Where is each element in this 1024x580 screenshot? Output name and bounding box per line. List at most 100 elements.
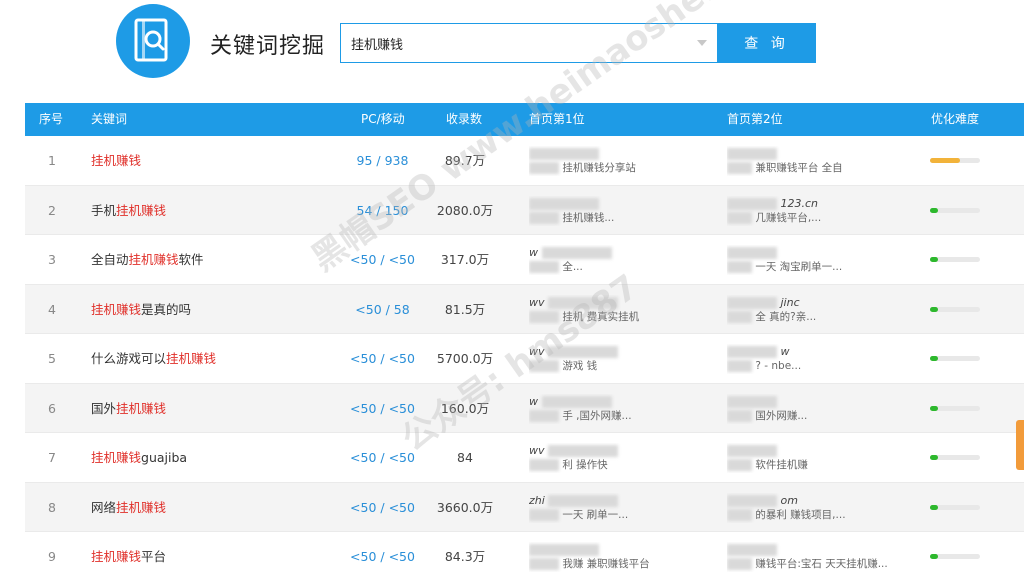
side-float-tab[interactable] <box>1016 420 1024 470</box>
column-header-rank-1: 首页第1位 <box>529 112 585 126</box>
table-row[interactable]: 9 挂机赚钱平台 <50 / <50 84.3万 我赚 兼职赚钱平台 赚钱平台:宝石 … <box>25 532 1024 580</box>
rank-2-result[interactable]: 一天 淘宝刷单一... <box>727 245 917 275</box>
pc-mobile-value[interactable]: <50 / <50 <box>340 532 425 580</box>
result-url <box>727 542 917 556</box>
rank-2-result[interactable]: 国外网赚... <box>727 394 917 424</box>
keyword-prefix: 什么游戏可以 <box>91 351 167 366</box>
result-url <box>529 146 719 160</box>
difficulty-bar <box>930 158 980 163</box>
table-row[interactable]: 7 挂机赚钱guajiba <50 / <50 84 wv 利 操作快 软件挂机赚 <box>25 433 1024 483</box>
row-index: 4 <box>48 301 56 317</box>
result-url <box>529 196 719 210</box>
keyword-prefix: 网络 <box>91 499 117 515</box>
rank-1-result[interactable]: 挂机赚钱分享站 <box>529 146 719 176</box>
table-row[interactable]: 1 挂机赚钱 95 / 938 89.7万 挂机赚钱分享站 兼职赚钱平台 全自 <box>25 136 1024 186</box>
query-button[interactable]: 查 询 <box>717 23 816 63</box>
table-row[interactable]: 4 挂机赚钱是真的吗 <50 / 58 81.5万 wv 挂机 费真实挂机 jinc 全… <box>25 284 1024 334</box>
rank-1-result[interactable]: wv 利 操作快 <box>529 443 719 473</box>
rank-2-result[interactable]: 软件挂机赚 <box>727 443 917 473</box>
result-url <box>727 146 917 160</box>
result-description: 我赚 兼职赚钱平台 <box>529 556 719 572</box>
keyword-suffix: guajiba <box>141 450 188 465</box>
result-url: w <box>529 245 719 259</box>
keyword-link[interactable]: 国外挂机赚钱 <box>91 384 166 433</box>
difficulty-bar <box>930 405 980 411</box>
result-description: 一天 淘宝刷单一... <box>727 259 917 275</box>
table-row[interactable]: 8 网络挂机赚钱 <50 / <50 3660.0万 zhi 一天 刷单一... om … <box>25 482 1024 532</box>
result-url: w <box>727 344 917 358</box>
keyword-highlight: 挂机赚钱 <box>128 252 179 267</box>
result-description: 利 操作快 <box>529 457 719 473</box>
keyword-link[interactable]: 挂机赚钱 <box>91 136 141 185</box>
row-index: 2 <box>48 202 56 218</box>
rank-1-result[interactable]: 挂机赚钱... <box>529 196 719 226</box>
result-url <box>727 443 917 457</box>
pc-mobile-value[interactable]: <50 / 58 <box>340 285 425 334</box>
row-index: 3 <box>48 252 56 267</box>
pc-mobile-value[interactable]: <50 / <50 <box>340 235 425 284</box>
rank-2-result[interactable]: 123.cn 几赚钱平台,... <box>727 196 917 226</box>
rank-2-result[interactable]: w ? - nbe... <box>727 344 917 374</box>
result-url: w <box>529 394 719 408</box>
column-header-difficulty: 优化难度 <box>931 112 980 126</box>
pc-mobile-value[interactable]: <50 / <50 <box>340 483 425 532</box>
difficulty-fill <box>930 356 938 361</box>
keyword-highlight: 挂机赚钱 <box>91 153 142 168</box>
column-header-indexed-count: 收录数 <box>446 112 483 126</box>
keyword-link[interactable]: 手机挂机赚钱 <box>91 186 166 235</box>
keyword-link[interactable]: 全自动挂机赚钱软件 <box>91 235 204 284</box>
difficulty-fill <box>930 207 938 213</box>
keyword-suffix: 软件 <box>178 252 204 267</box>
indexed-count: 3660.0万 <box>436 499 494 515</box>
keyword-highlight: 挂机赚钱 <box>166 351 217 366</box>
pc-mobile-value[interactable]: <50 / <50 <box>340 384 425 433</box>
rank-1-result[interactable]: wv 游戏 钱 <box>529 344 719 374</box>
difficulty-fill <box>930 257 938 262</box>
pc-mobile-value[interactable]: <50 / <50 <box>340 433 425 482</box>
rank-1-result[interactable]: wv 挂机 费真实挂机 <box>529 295 719 325</box>
rank-2-result[interactable]: om 的暴利 赚钱项目,... <box>727 493 917 523</box>
keyword-link[interactable]: 网络挂机赚钱 <box>91 483 166 532</box>
table-row[interactable]: 6 国外挂机赚钱 <50 / <50 160.0万 w 手 ,国外网赚... 国外网赚.… <box>25 383 1024 433</box>
difficulty-fill <box>930 158 960 163</box>
pc-mobile-value[interactable]: <50 / <50 <box>340 334 425 383</box>
indexed-count: 84 <box>457 450 473 465</box>
indexed-count: 81.5万 <box>444 301 486 317</box>
indexed-count: 5700.0万 <box>436 351 494 366</box>
pc-mobile-value[interactable]: 54 / 150 <box>340 186 425 235</box>
row-index: 9 <box>48 549 56 564</box>
result-url: jinc <box>727 295 917 309</box>
indexed-count: 2080.0万 <box>436 202 494 218</box>
rank-2-result[interactable]: jinc 全 真的?亲... <box>727 295 917 325</box>
keyword-link[interactable]: 什么游戏可以挂机赚钱 <box>91 334 216 383</box>
indexed-count: 160.0万 <box>440 400 490 416</box>
table-row[interactable]: 5 什么游戏可以挂机赚钱 <50 / <50 5700.0万 wv 游戏 钱 w ? -… <box>25 334 1024 384</box>
keyword-mining-logo <box>116 4 190 78</box>
rank-1-result[interactable]: w 全... <box>529 245 719 275</box>
rank-1-result[interactable]: w 手 ,国外网赚... <box>529 394 719 424</box>
keyword-highlight: 挂机赚钱 <box>116 202 167 218</box>
rank-1-result[interactable]: 我赚 兼职赚钱平台 <box>529 542 719 572</box>
rank-2-result[interactable]: 兼职赚钱平台 全自 <box>727 146 917 176</box>
result-url: zhi <box>529 493 719 507</box>
table-row[interactable]: 2 手机挂机赚钱 54 / 150 2080.0万 挂机赚钱... 123.cn 几赚… <box>25 185 1024 235</box>
rank-2-result[interactable]: 赚钱平台:宝石 天天挂机赚... <box>727 542 917 572</box>
row-index: 5 <box>48 351 56 366</box>
search-document-icon <box>134 18 168 62</box>
difficulty-fill <box>930 306 938 312</box>
search-input[interactable] <box>341 24 681 62</box>
table-body: 1 挂机赚钱 95 / 938 89.7万 挂机赚钱分享站 兼职赚钱平台 全自 2 手机挂… <box>25 136 1024 580</box>
keyword-link[interactable]: 挂机赚钱guajiba <box>91 433 187 482</box>
difficulty-fill <box>930 504 938 510</box>
rank-1-result[interactable]: zhi 一天 刷单一... <box>529 493 719 523</box>
chevron-down-icon[interactable] <box>697 40 707 46</box>
table-row[interactable]: 3 全自动挂机赚钱软件 <50 / <50 317.0万 w 全... 一天 淘宝刷单一… <box>25 235 1024 285</box>
keyword-link[interactable]: 挂机赚钱是真的吗 <box>91 285 191 334</box>
keyword-prefix: 国外 <box>91 400 117 416</box>
keyword-link[interactable]: 挂机赚钱平台 <box>91 532 166 580</box>
difficulty-bar <box>930 207 980 213</box>
search-box[interactable] <box>340 23 718 63</box>
result-url: wv <box>529 443 719 457</box>
pc-mobile-value[interactable]: 95 / 938 <box>340 136 425 185</box>
result-description: 兼职赚钱平台 全自 <box>727 160 917 176</box>
